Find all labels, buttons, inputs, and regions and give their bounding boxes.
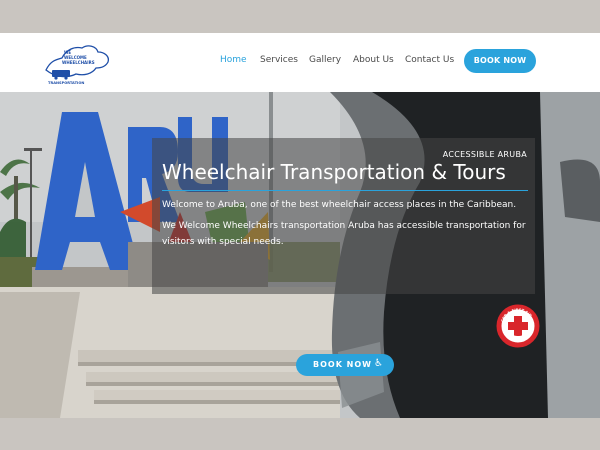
nav-home[interactable]: Home <box>220 55 247 65</box>
wheelchair-icon: ♿ <box>374 358 384 369</box>
nav-gallery[interactable]: Gallery <box>309 55 341 65</box>
browser-bottom-margin <box>0 418 600 450</box>
page: WE WELCOME WHEELCHAIRS TRANSPORTATION Ho… <box>0 0 600 450</box>
nav-services[interactable]: Services <box>260 55 298 65</box>
site-header: WE WELCOME WHEELCHAIRS TRANSPORTATION Ho… <box>0 33 600 92</box>
hero-book-now-label: BOOK NOW <box>313 360 373 369</box>
hero-title: Wheelchair Transportation & Tours <box>162 160 506 184</box>
hero-eyebrow: ACCESSIBLE ARUBA <box>442 150 527 159</box>
hero-section: ACCESSIBLE ARUBA Wheelchair Transportati… <box>0 92 600 418</box>
nav-contact-us[interactable]: Contact Us <box>405 55 454 65</box>
hero-book-now-button[interactable]: BOOK NOW ♿ <box>296 354 394 376</box>
browser-top-margin <box>0 0 600 33</box>
hero-caption-panel: ACCESSIBLE ARUBA Wheelchair Transportati… <box>152 138 535 294</box>
cpr-certified-badge: CPR & FIRST AID CERTIFIED <box>496 304 540 348</box>
hero-intro-text: Welcome to Aruba, one of the best wheelc… <box>162 200 517 210</box>
main-nav: Home Services Gallery About Us Contact U… <box>0 33 600 92</box>
hero-divider <box>162 190 528 191</box>
nav-about-us[interactable]: About Us <box>353 55 394 65</box>
book-now-button[interactable]: BOOK NOW <box>464 49 536 73</box>
hero-description-text: We Welcome Wheelchairs transportation Ar… <box>162 221 526 247</box>
